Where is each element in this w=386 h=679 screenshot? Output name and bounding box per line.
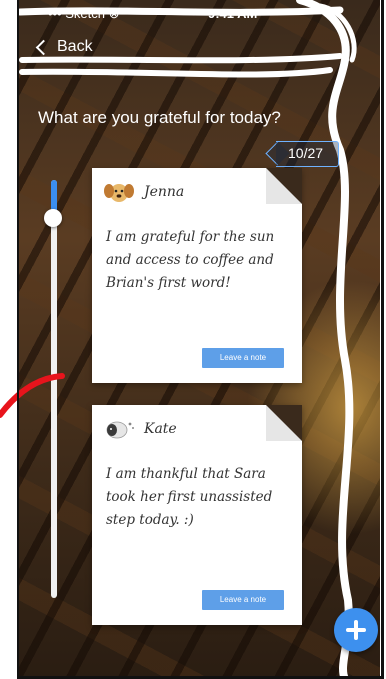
- frame-border: [17, 0, 19, 679]
- frame-border: [381, 0, 384, 679]
- red-annotation-stroke: [0, 373, 65, 418]
